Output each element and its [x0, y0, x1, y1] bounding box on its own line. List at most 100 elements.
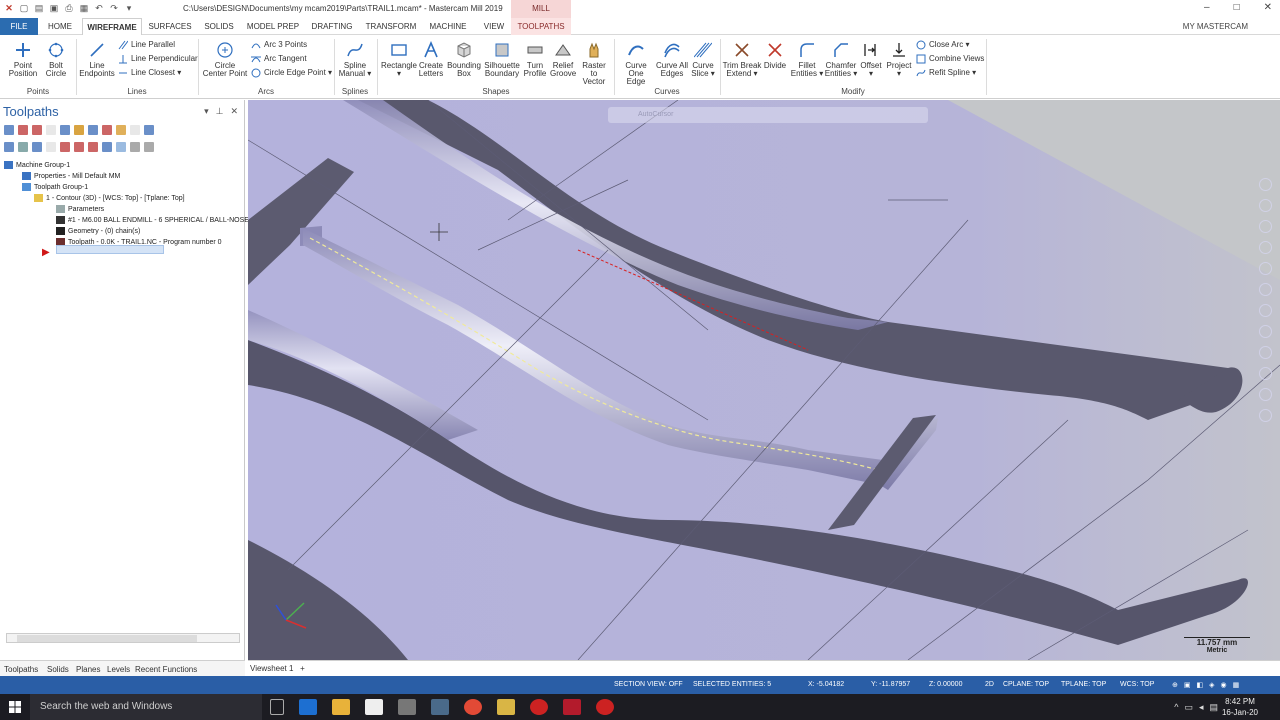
viewsheet-tab[interactable]: Viewsheet 1 + [250, 664, 305, 673]
wcs-status[interactable]: WCS: TOP [1120, 681, 1154, 688]
insert-arrow-icon[interactable] [88, 142, 98, 152]
delete-invalid-icon[interactable] [32, 125, 42, 135]
move-down-icon[interactable] [60, 142, 70, 152]
refit-spline-button[interactable]: Refit Spline ▾ [916, 67, 976, 79]
deselect-icon[interactable] [18, 125, 28, 135]
tree-node-tool[interactable]: #1 - M6.00 BALL ENDMILL - 6 SPHERICAL / … [4, 215, 249, 226]
network-icon[interactable]: ▭ [1184, 702, 1193, 713]
tree-node-machine-group[interactable]: Machine Group-1 [4, 160, 242, 171]
view-edges-icon[interactable] [1259, 367, 1272, 380]
open-file-icon[interactable]: ▤ [34, 3, 44, 13]
tplane-status[interactable]: TPLANE: TOP [1061, 681, 1106, 688]
tree-node-parameters[interactable]: Parameters [4, 204, 242, 215]
line-perpendicular-button[interactable]: Line Perpendicular [118, 53, 198, 65]
tree-horizontal-scrollbar[interactable] [6, 633, 240, 643]
file-explorer-icon[interactable] [332, 699, 350, 715]
select-all-icon[interactable] [4, 125, 14, 135]
raster-to-vector-button[interactable]: Raster to Vector [578, 41, 610, 86]
tab-machine[interactable]: MACHINE [426, 18, 470, 35]
redo-icon[interactable]: ↷ [109, 3, 119, 13]
single-display-icon[interactable] [116, 142, 126, 152]
taskbar-search[interactable]: Search the web and Windows [30, 694, 262, 720]
folder-icon[interactable] [497, 699, 515, 715]
dropdown-icon[interactable]: ▾ [204, 106, 209, 117]
arc-3-points-button[interactable]: Arc 3 Points [251, 39, 307, 51]
rectangle-button[interactable]: Rectangle ▾ [380, 41, 418, 78]
display-options-icon[interactable] [130, 142, 140, 152]
mastercam-taskbar-icon[interactable] [563, 699, 581, 715]
tab-file[interactable]: FILE [0, 18, 38, 35]
display-mode-icons[interactable]: ⊕▣◧◈◉▦ [1172, 681, 1245, 689]
tree-node-toolpath-group[interactable]: Toolpath Group-1 [4, 182, 242, 193]
line-closest-button[interactable]: Line Closest ▾ [118, 67, 181, 79]
arc-tangent-button[interactable]: Arc Tangent [251, 53, 307, 65]
customize-icon[interactable]: ▾ [124, 3, 134, 13]
tab-view[interactable]: VIEW [478, 18, 510, 35]
volume-icon[interactable]: ◂ [1199, 702, 1204, 713]
tab-solids[interactable]: SOLIDS [200, 18, 238, 35]
tree-node-properties[interactable]: Properties - Mill Default MM [4, 171, 242, 182]
tab-drafting[interactable]: DRAFTING [308, 18, 356, 35]
trim-break-extend-button[interactable]: Trim Break Extend ▾ [722, 41, 762, 78]
curve-slice-button[interactable]: Curve Slice ▾ [690, 41, 716, 78]
turn-profile-button[interactable]: Turn Profile [522, 41, 548, 78]
point-position-button[interactable]: Point Position [4, 41, 42, 78]
tab-model-prep[interactable]: MODEL PREP [246, 18, 300, 35]
simulate-icon[interactable] [116, 125, 126, 135]
circle-center-point-button[interactable]: Circle Center Point [202, 41, 248, 78]
save-as-icon[interactable]: ▦ [79, 3, 89, 13]
tab-panel-recent-functions[interactable]: Recent Functions [135, 665, 197, 674]
store-icon[interactable] [365, 699, 383, 715]
view-measure-icon[interactable] [1259, 304, 1272, 317]
combine-views-button[interactable]: Combine Views [916, 53, 984, 65]
print-icon[interactable]: ⎙ [64, 3, 74, 13]
view-curve-icon[interactable] [1259, 241, 1272, 254]
relief-groove-button[interactable]: Relief Groove [550, 41, 576, 78]
record-icon[interactable] [596, 699, 614, 715]
taskbar-clock[interactable]: 8:42 PM 16-Jan-20 [1222, 696, 1258, 718]
help-icon[interactable] [144, 125, 154, 135]
cplane-status[interactable]: CPLANE: TOP [1003, 681, 1049, 688]
calculator-icon[interactable] [398, 699, 416, 715]
close-arc-button[interactable]: Close Arc ▾ [916, 39, 969, 51]
offset-button[interactable]: Offset ▾ [858, 41, 884, 78]
tree-node-operation[interactable]: 1 - Contour (3D) - [WCS: Top] - [Tplane:… [4, 193, 242, 204]
tab-transform[interactable]: TRANSFORM [364, 18, 418, 35]
section-view-status[interactable]: SECTION VIEW: OFF [614, 681, 683, 688]
save-icon[interactable]: ▣ [49, 3, 59, 13]
view-analyze-icon[interactable] [1259, 262, 1272, 275]
tab-panel-toolpaths[interactable]: Toolpaths [4, 665, 38, 674]
view-clear-icon[interactable] [1259, 409, 1272, 422]
tray-chevron-icon[interactable]: ^ [1174, 702, 1178, 713]
tree-node-geometry[interactable]: Geometry - (0) chain(s) [4, 226, 242, 237]
close-button[interactable]: ✕ [1264, 2, 1272, 13]
chamfer-entities-button[interactable]: Chamfer Entities ▾ [824, 41, 858, 78]
tab-toolpaths[interactable]: TOOLPATHS [511, 18, 571, 35]
bounding-box-button[interactable]: Bounding Box [446, 41, 482, 78]
view-hide-icon[interactable] [1259, 388, 1272, 401]
toggle-display-icon[interactable] [18, 142, 28, 152]
spline-manual-button[interactable]: Spline Manual ▾ [336, 41, 374, 78]
bolt-circle-button[interactable]: Bolt Circle [42, 41, 70, 78]
divide-button[interactable]: Divide [762, 41, 788, 70]
tab-panel-solids[interactable]: Solids [47, 665, 69, 674]
windows-start-icon[interactable] [9, 701, 21, 713]
dimension-mode[interactable]: 2D [985, 681, 994, 688]
recorder-icon[interactable] [530, 699, 548, 715]
language-icon[interactable]: ▤ [1209, 702, 1218, 713]
verify-icon[interactable] [102, 125, 112, 135]
regen-dirty-icon[interactable] [74, 125, 84, 135]
tab-surfaces[interactable]: SURFACES [148, 18, 192, 35]
line-endpoints-button[interactable]: Line Endpoints [78, 41, 116, 78]
circle-edge-point-button[interactable]: Circle Edge Point ▾ [251, 67, 332, 79]
add-viewsheet-button[interactable]: + [300, 664, 305, 673]
edge-browser-icon[interactable] [299, 699, 317, 715]
view-plus-icon[interactable] [1259, 178, 1272, 191]
task-view-icon[interactable] [270, 699, 284, 715]
view-wire-icon[interactable] [1259, 346, 1272, 359]
post-icon[interactable] [32, 142, 42, 152]
silhouette-boundary-button[interactable]: Silhouette Boundary [483, 41, 521, 78]
view-rotate-icon[interactable] [1259, 220, 1272, 233]
view-zoom-icon[interactable] [1259, 199, 1272, 212]
scroll-thumb[interactable] [17, 635, 197, 642]
